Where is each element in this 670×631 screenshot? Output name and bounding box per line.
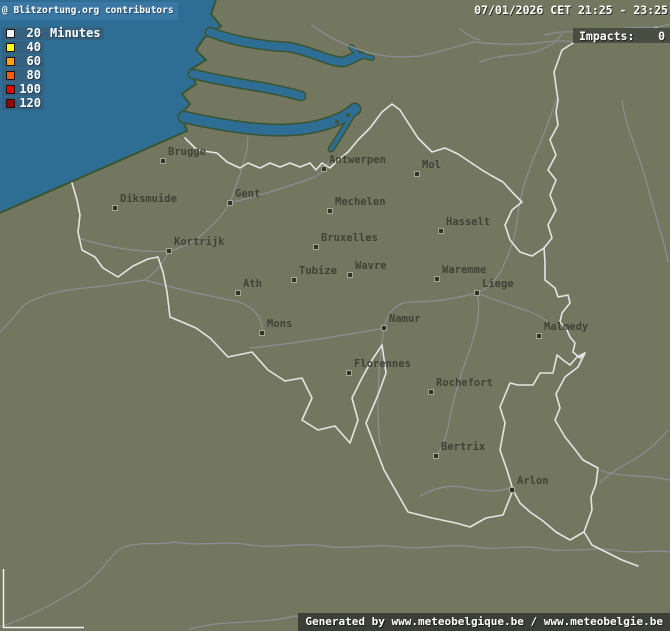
city-label-mons: Mons: [267, 319, 292, 329]
legend-color-swatch: [6, 29, 15, 38]
lightning-strikes-map: Brugge Diksmuide Gent Kortrijk Antwerpen Mol M…: [0, 0, 670, 631]
impacts-counter: Impacts: 0: [573, 28, 670, 43]
city-label-mol: Mol: [422, 160, 441, 170]
city-label-liege: Liege: [482, 279, 514, 289]
legend-minutes-value: 40: [15, 41, 41, 54]
city-marker-bruxelles: [313, 244, 319, 250]
legend-item-80-min: 80: [2, 69, 44, 82]
city-label-wavre: Wavre: [355, 261, 387, 271]
legend-color-swatch: [6, 99, 15, 108]
city-label-hasselt: Hasselt: [446, 217, 490, 227]
city-label-mechelen: Mechelen: [335, 197, 386, 207]
city-marker-florennes: [346, 370, 352, 376]
legend-minutes-value: 120: [15, 97, 41, 110]
city-marker-kortrijk: [166, 248, 172, 254]
city-marker-antwerpen: [321, 166, 327, 172]
city-marker-arlon: [509, 487, 515, 493]
legend-minutes-value: 20: [15, 27, 41, 40]
city-label-florennes: Florennes: [354, 359, 411, 369]
city-label-waremme: Waremme: [442, 265, 486, 275]
city-marker-brugge: [160, 158, 166, 164]
city-marker-hasselt: [438, 228, 444, 234]
legend-color-swatch: [6, 43, 15, 52]
impacts-value: 0: [658, 29, 665, 43]
city-label-malmedy: Malmedy: [544, 322, 588, 332]
city-label-gent: Gent: [235, 189, 260, 199]
city-label-brugge: Brugge: [168, 147, 206, 157]
legend-item-40-min: 40: [2, 41, 44, 54]
datetime-range-label: 07/01/2026 CET 21:25 - 23:25: [474, 3, 668, 17]
legend-minutes-value: 80: [15, 69, 41, 82]
city-marker-waremme: [434, 276, 440, 282]
city-label-ath: Ath: [243, 279, 262, 289]
legend-color-swatch: [6, 57, 15, 66]
age-legend: 20 Minutes 406080100120: [2, 27, 104, 111]
city-label-diksmuide: Diksmuide: [120, 194, 177, 204]
city-marker-namur: [381, 325, 387, 331]
city-marker-wavre: [347, 272, 353, 278]
city-marker-rochefort: [428, 389, 434, 395]
credit-bar: Generated by www.meteobelgique.be / www.…: [298, 613, 670, 631]
impacts-label: Impacts:: [579, 29, 634, 43]
city-marker-mechelen: [327, 208, 333, 214]
legend-item-120-min: 120: [2, 97, 44, 110]
city-marker-mol: [414, 171, 420, 177]
legend-color-swatch: [6, 71, 15, 80]
city-marker-ath: [235, 290, 241, 296]
legend-item-20-min: 20 Minutes: [2, 27, 104, 40]
city-marker-malmedy: [536, 333, 542, 339]
city-label-arlon: Arlon: [517, 476, 549, 486]
legend-minutes-value: 100: [15, 83, 41, 96]
city-label-bertrix: Bertrix: [441, 442, 485, 452]
city-label-tubize: Tubize: [299, 266, 337, 276]
legend-item-100-min: 100: [2, 83, 44, 96]
city-marker-liege: [474, 290, 480, 296]
city-marker-mons: [259, 330, 265, 336]
attribution-label: @ Blitzortung.org contributors: [0, 2, 178, 20]
legend-minutes-value: 60: [15, 55, 41, 68]
city-label-kortrijk: Kortrijk: [174, 237, 225, 247]
legend-unit-label: Minutes: [50, 27, 101, 40]
legend-color-swatch: [6, 85, 15, 94]
city-label-antwerpen: Antwerpen: [329, 155, 386, 165]
legend-item-60-min: 60: [2, 55, 44, 68]
city-label-namur: Namur: [389, 314, 421, 324]
city-marker-gent: [227, 200, 233, 206]
city-label-rochefort: Rochefort: [436, 378, 493, 388]
city-label-bruxelles: Bruxelles: [321, 233, 378, 243]
city-marker-diksmuide: [112, 205, 118, 211]
city-marker-tubize: [291, 277, 297, 283]
city-marker-bertrix: [433, 453, 439, 459]
